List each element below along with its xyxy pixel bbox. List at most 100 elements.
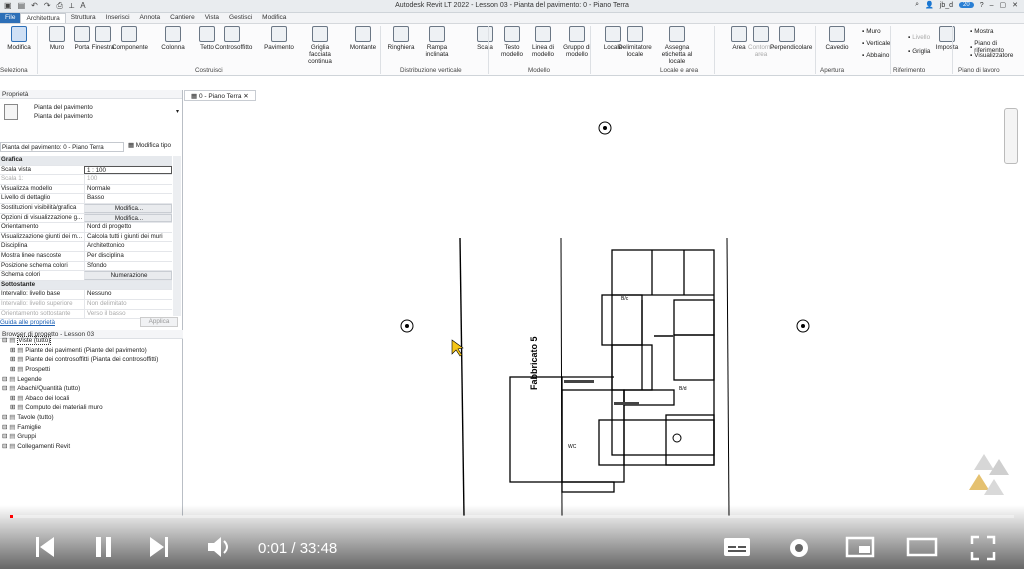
settings-gear-icon[interactable] [786,535,812,561]
close-icon[interactable]: ✕ [1012,1,1018,9]
property-row[interactable]: Livello di dettaglio Basso [0,194,172,204]
property-value[interactable]: Calcola tutti i giunti dei muri [84,232,172,242]
fullscreen-icon[interactable] [970,535,996,561]
ribbon-button-14[interactable]: Testo modello [495,26,529,58]
ribbon-small-button-4[interactable]: ▪ Griglia [908,48,930,55]
tab-modifica[interactable]: Modifica [257,13,291,23]
ribbon-button-4[interactable]: Componente [112,26,148,51]
browser-tree-item[interactable]: ⊟ ▤ Abachi/Quantità (tutto) [0,384,183,394]
expand-toggle-icon[interactable]: ⊞ [10,404,15,411]
property-edit-button[interactable]: Modifica... [84,203,172,213]
browser-tree-item[interactable]: ⊞ ▤ Piante dei controsoffitti (Pianta dei … [0,355,183,365]
browser-tree-item[interactable]: ⊞ ▤ Prospetti [0,365,183,375]
expand-toggle-icon[interactable]: ⊟ [2,443,7,450]
tab-struttura[interactable]: Struttura [66,13,101,23]
elevation-marker-north[interactable] [598,121,612,135]
theater-mode-icon[interactable] [906,535,938,559]
subtitles-icon[interactable] [722,535,752,559]
property-value[interactable]: Nord di progetto [84,223,172,232]
notifications-badge[interactable]: 20 [959,2,974,8]
ribbon-small-button-7[interactable]: ▪ Visualizzatore [970,52,1013,59]
property-value[interactable]: Per disciplina [84,251,172,261]
property-value[interactable]: 100 [84,175,172,184]
expand-toggle-icon[interactable]: ⊞ [10,347,15,354]
ribbon-small-button-2[interactable]: ▪ Abbaino [862,52,889,59]
browser-tree-item[interactable]: ⊟ ▤ Viste (tutto) [0,336,183,346]
ribbon-button-15[interactable]: Linea di modello [526,26,560,58]
browser-tree-item[interactable]: ⊟ ▤ Gruppi [0,432,183,442]
property-row[interactable]: Intervallo: livello superiore Non delimit… [0,299,172,310]
ribbon-button-24[interactable]: Imposta [930,26,964,51]
minimize-icon[interactable]: – [990,2,994,9]
tab-cantiere[interactable]: Cantiere [165,13,200,23]
ribbon-button-18[interactable]: Delimitatore locale [618,26,652,58]
ribbon-small-button-5[interactable]: ▪ Mostra [970,28,993,35]
ribbon-panel-label[interactable]: Modello [528,67,550,74]
ribbon-panel-label[interactable]: Seleziona [0,67,28,74]
tab-annota[interactable]: Annota [135,13,166,23]
volume-icon[interactable] [206,535,234,559]
tab-file[interactable]: File [0,13,21,23]
navigation-bar[interactable] [1004,108,1018,164]
chevron-down-icon[interactable]: ▾ [176,108,179,115]
property-row[interactable]: Visualizzazione giunti dei m... Calcola t… [0,232,172,243]
ribbon-panel-label[interactable]: Riferimento [893,67,925,74]
video-progress-bar[interactable] [10,515,1014,518]
search-icon[interactable]: ⌕ [915,1,919,9]
expand-toggle-icon[interactable]: ⊞ [10,395,15,402]
ribbon-button-7[interactable]: Controsoffitto [215,26,252,51]
ribbon-button-9[interactable]: Griglia facciata continua [300,26,340,65]
instance-selector[interactable]: Pianta del pavimento: 0 - Piano Terra [0,142,124,152]
ribbon-button-0[interactable]: Modifica [2,26,36,51]
property-category[interactable]: Sottostante [0,280,172,291]
property-edit-button[interactable]: Numerazione [84,271,172,280]
property-row[interactable]: Orientamento Nord di progetto [0,223,172,233]
expand-toggle-icon[interactable]: ⊟ [2,337,7,344]
browser-tree-item[interactable]: ⊞ ▤ Piante dei pavimenti (Piante del pavim… [0,346,183,356]
property-value[interactable]: Nessuno [84,290,172,299]
view-tab[interactable]: ▦ 0 - Piano Terra ✕ [184,90,256,101]
property-row[interactable]: Mostra linee nascoste Per disciplina [0,251,172,262]
pause-icon[interactable] [94,535,114,559]
elevation-marker-west[interactable] [400,319,414,333]
ribbon-button-19[interactable]: Assegna etichetta al locale [660,26,694,65]
close-tab-icon[interactable]: ✕ [243,93,248,100]
properties-help-link[interactable]: Guida alle proprietà [0,319,55,326]
ribbon-button-22[interactable]: Perpendicolare [770,26,812,51]
ribbon-small-button-1[interactable]: ▪ Verticale [862,40,890,47]
ribbon-panel-label[interactable]: Locale e area [660,67,698,74]
property-value[interactable]: 1 : 100 [84,165,172,175]
property-row[interactable]: Visualizza modello Normale [0,184,172,195]
property-row[interactable]: Posizione schema colori Sfondo [0,261,172,272]
drawing-canvas[interactable]: Fabbricato 5 B/c WC B/d [184,90,1024,530]
ribbon-button-11[interactable]: Ringhiera [384,26,418,51]
browser-tree-item[interactable]: ⊟ ▤ Famiglie [0,422,183,432]
property-row[interactable]: Schema colori Numerazione [0,271,172,281]
property-row[interactable]: Opzioni di visualizzazione g... Modifica.… [0,213,172,224]
ribbon-button-23[interactable]: Cavedio [820,26,854,51]
browser-tree-item[interactable]: ⊞ ▤ Computo dei materiali muro [0,403,183,413]
tab-gestisci[interactable]: Gestisci [224,13,257,23]
property-category[interactable]: Grafica [0,156,172,166]
property-row[interactable]: Intervallo: livello base Nessuno [0,290,172,300]
ribbon-button-5[interactable]: Colonna [156,26,190,51]
ribbon-button-8[interactable]: Pavimento [262,26,296,51]
tab-architettura[interactable]: Architettura [20,13,66,23]
next-icon[interactable] [148,535,170,559]
help-icon[interactable]: ? [980,2,984,9]
user-name[interactable]: jb_d [940,2,953,9]
expand-toggle-icon[interactable]: ⊟ [2,385,7,392]
property-row[interactable]: Scala 1: 100 [0,175,172,185]
ribbon-button-12[interactable]: Rampa inclinata [420,26,454,58]
expand-toggle-icon[interactable]: ⊟ [2,376,7,383]
property-edit-button[interactable]: Modifica... [84,213,172,223]
ribbon-panel-label[interactable]: Costruisci [195,67,223,74]
miniplayer-icon[interactable] [845,535,875,559]
property-value[interactable]: Basso [84,194,172,203]
expand-toggle-icon[interactable]: ⊞ [10,356,15,363]
properties-scrollbar[interactable] [173,156,181,316]
ribbon-panel-label[interactable]: Piano di lavoro [958,67,1000,74]
browser-tree-item[interactable]: ⊟ ▤ Tavole (tutto) [0,413,183,423]
ribbon-panel-label[interactable]: Distribuzione verticale [400,67,462,74]
elevation-marker-east[interactable] [796,319,810,333]
